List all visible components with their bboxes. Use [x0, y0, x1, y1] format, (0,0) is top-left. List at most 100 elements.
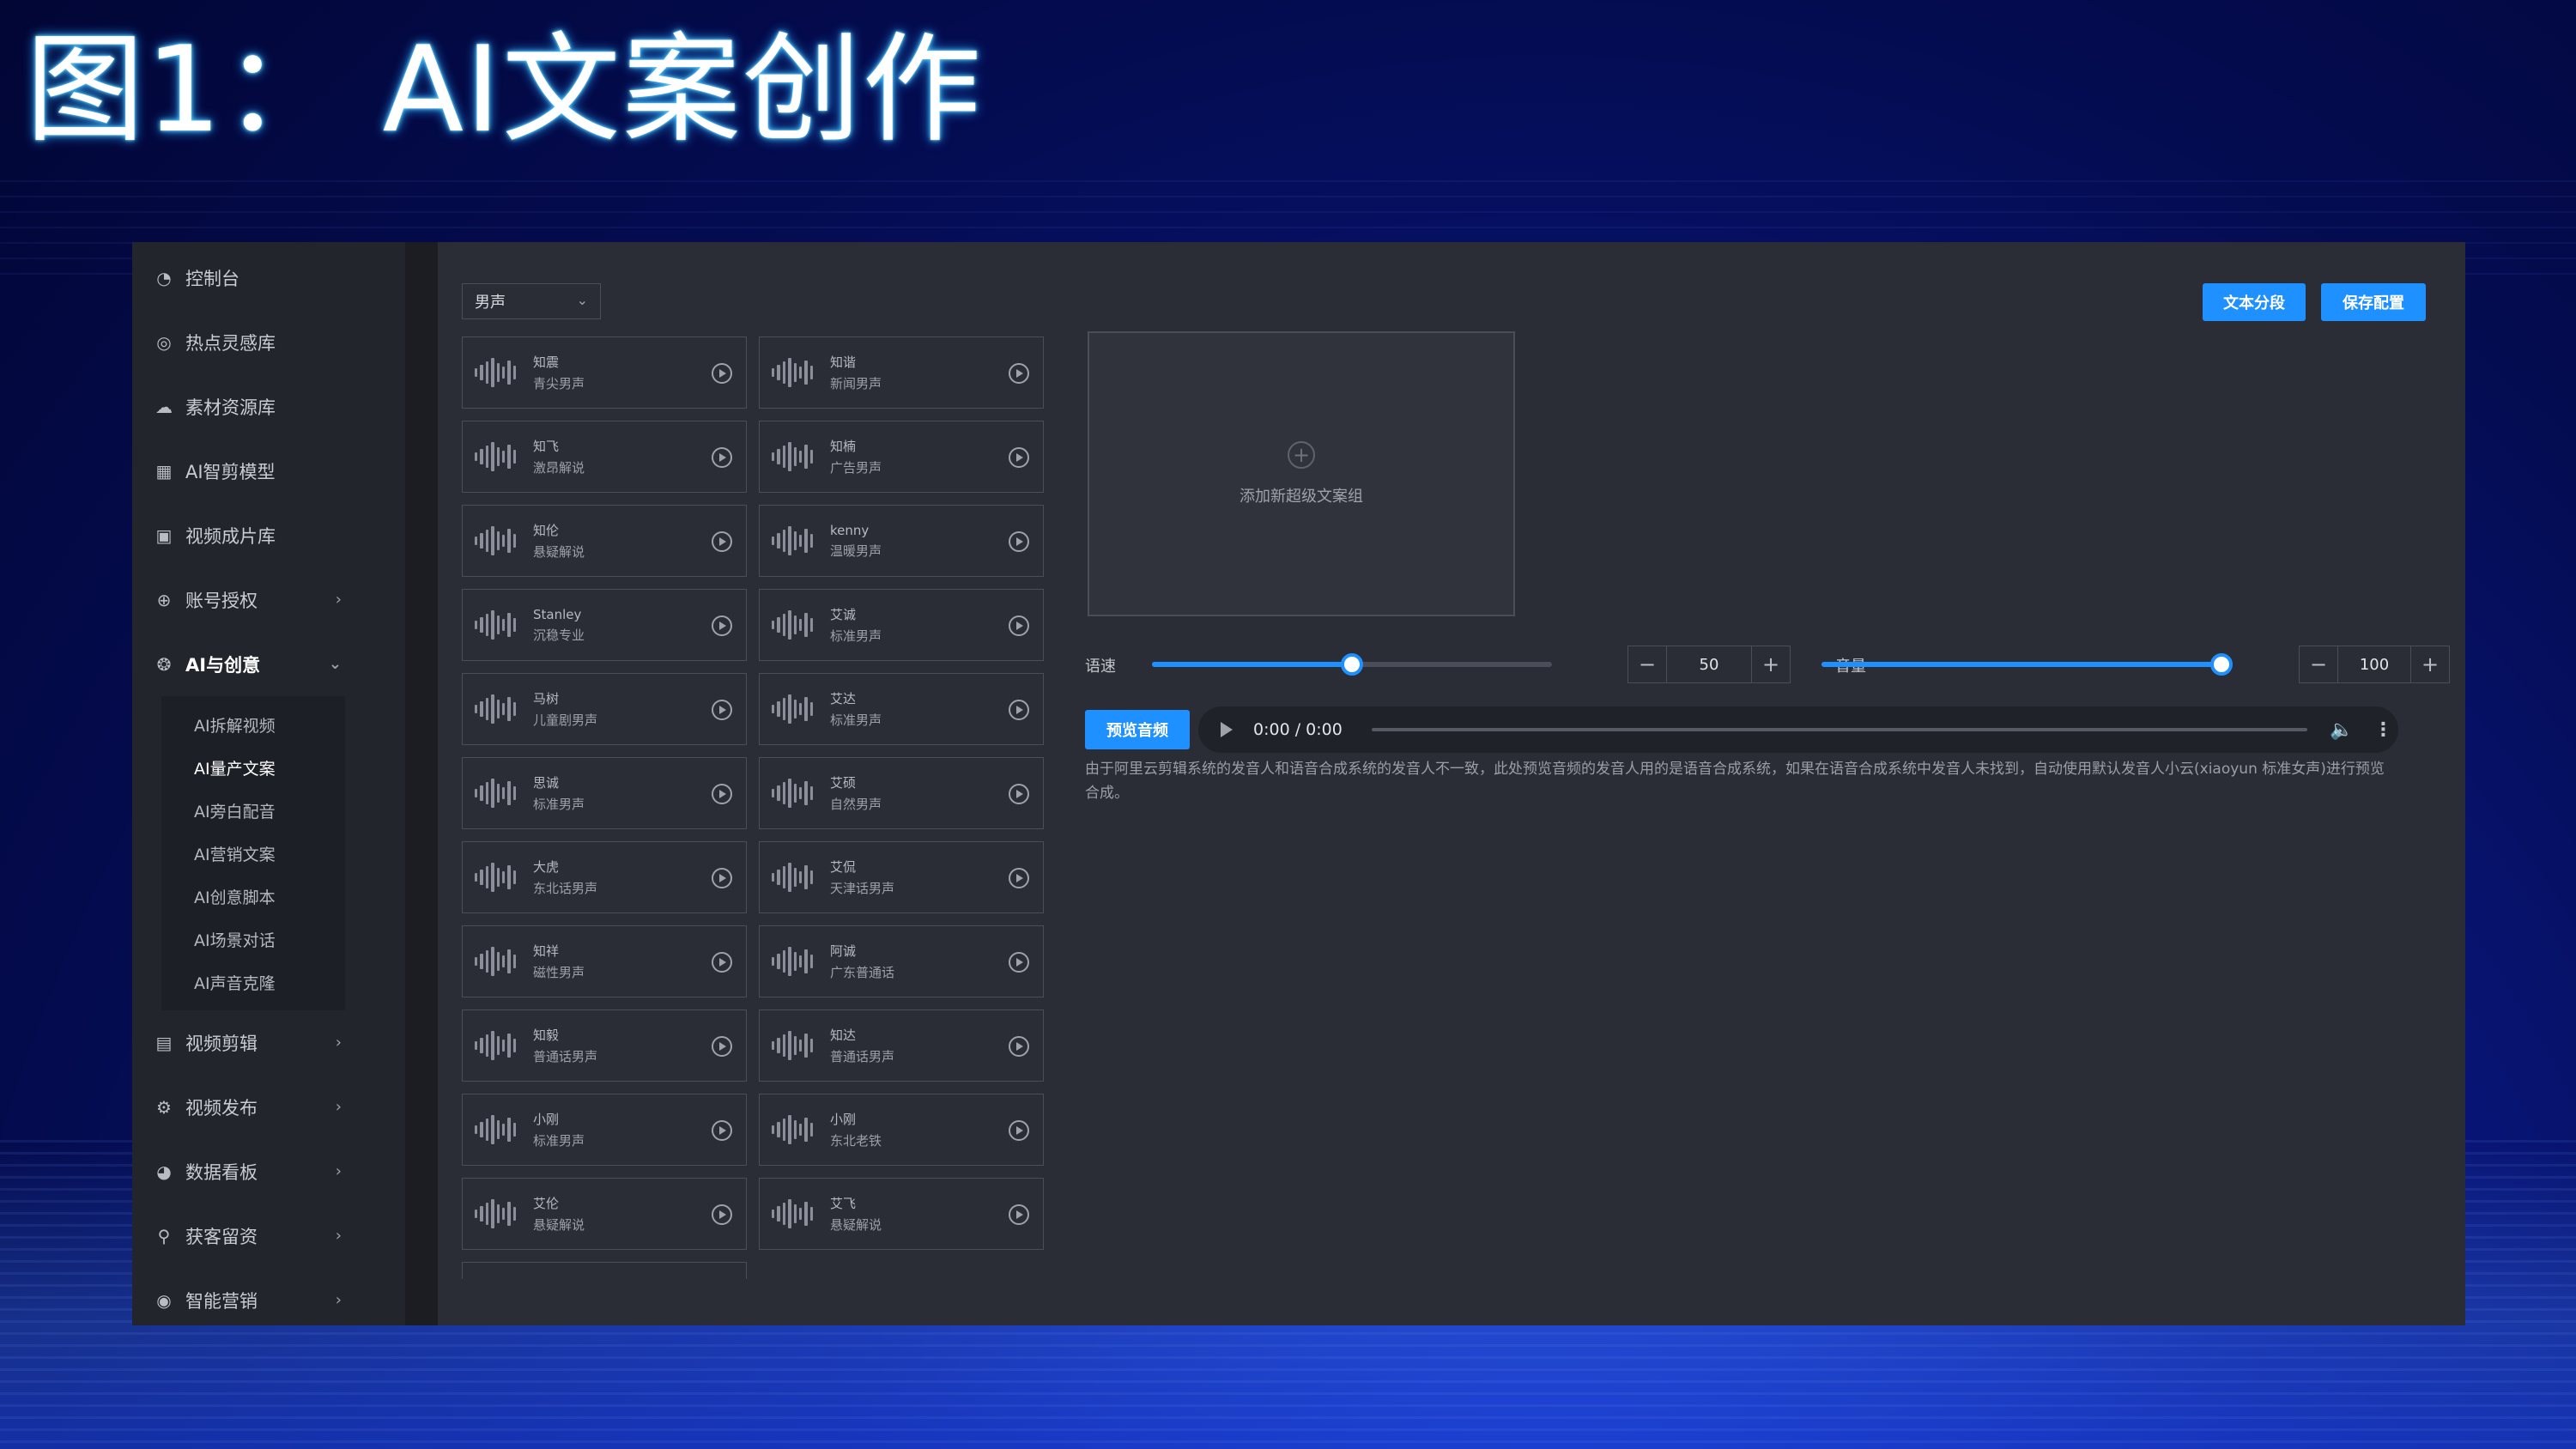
sidebar-subitem[interactable]: AI声音克隆	[161, 961, 345, 1003]
voice-name: 艾诚	[830, 607, 857, 622]
add-copy-group-button[interactable]: + 添加新超级文案组	[1088, 331, 1515, 616]
waveform-icon	[772, 441, 813, 472]
sidebar-item-material-library[interactable]: ☁ 素材资源库	[132, 374, 405, 439]
play-circle-icon[interactable]	[712, 447, 732, 468]
voice-card[interactable]: 艾伦 悬疑解说	[462, 1178, 747, 1250]
play-circle-icon[interactable]	[1009, 615, 1029, 636]
sidebar-item-hot-inspiration[interactable]: ◎ 热点灵感库	[132, 310, 405, 374]
waveform-icon	[475, 1114, 516, 1145]
volume-stepper: − 100 +	[2299, 646, 2450, 683]
sidebar-subitem[interactable]: AI营销文案	[161, 832, 345, 875]
voice-card[interactable]: 知飞 激昂解说	[462, 421, 747, 493]
voice-card[interactable]: 知谐 新闻男声	[759, 336, 1044, 409]
sidebar-subitem[interactable]: AI旁白配音	[161, 789, 345, 832]
sidebar-item-ai-creative[interactable]: ❂ AI与创意 ⌄	[132, 632, 405, 696]
voice-card[interactable]: kenny 温暖男声	[759, 505, 1044, 577]
voice-card[interactable]: 艾侃 天津话男声	[759, 841, 1044, 913]
volume-slider-thumb[interactable]	[2210, 653, 2233, 676]
voice-card[interactable]: 知毅 普通话男声	[462, 1009, 747, 1082]
play-circle-icon[interactable]	[712, 952, 732, 973]
voice-card[interactable]: 小刚 东北老铁	[759, 1094, 1044, 1166]
voice-card[interactable]: 知楠 广告男声	[759, 421, 1044, 493]
voice-text: Stanley 沉稳专业	[533, 607, 585, 644]
voice-card[interactable]: 小刚 标准男声	[462, 1094, 747, 1166]
waveform-icon	[772, 609, 813, 640]
volume-slider[interactable]	[1821, 653, 2233, 676]
voice-card[interactable]	[462, 1262, 747, 1279]
voice-name: 马树	[533, 691, 560, 706]
play-circle-icon[interactable]	[1009, 1120, 1029, 1141]
sidebar-item-video-library[interactable]: ▣ 视频成片库	[132, 503, 405, 567]
audio-progress-bar[interactable]	[1372, 728, 2307, 731]
more-options-icon[interactable]: ⋮	[2373, 719, 2392, 741]
play-circle-icon[interactable]	[1009, 363, 1029, 384]
play-circle-icon[interactable]	[1009, 1036, 1029, 1057]
voice-card[interactable]: 知震 青尖男声	[462, 336, 747, 409]
gender-select[interactable]: 男声 ⌄	[462, 283, 601, 319]
voice-text: 思诚 标准男声	[533, 773, 585, 813]
speed-value-input[interactable]: 50	[1666, 646, 1752, 682]
cloud-icon: ☁	[155, 396, 173, 417]
speed-slider-thumb[interactable]	[1341, 653, 1363, 676]
sidebar-item-video-publish[interactable]: ⚙ 视频发布 ›	[132, 1075, 405, 1139]
sidebar-item-dashboard[interactable]: ◔ 控制台	[132, 246, 405, 310]
play-circle-icon[interactable]	[712, 784, 732, 804]
sidebar-item-video-edit[interactable]: ▤ 视频剪辑 ›	[132, 1010, 405, 1075]
save-config-button[interactable]: 保存配置	[2321, 283, 2426, 321]
voice-card[interactable]: 知祥 磁性男声	[462, 925, 747, 997]
play-circle-icon[interactable]	[712, 363, 732, 384]
voice-grid: 知震 青尖男声 知谐 新闻男声 知飞 激昂解说 知楠 广告男声 知伦 悬疑解说 kenny 温暖男声 S…	[462, 336, 1046, 1279]
sidebar-item-lead-capture[interactable]: ⚲ 获客留资 ›	[132, 1203, 405, 1268]
play-circle-icon[interactable]	[712, 615, 732, 636]
play-circle-icon[interactable]	[712, 868, 732, 888]
sidebar-item-account-auth[interactable]: ⊕ 账号授权 ›	[132, 567, 405, 632]
voice-description: 悬疑解说	[533, 544, 585, 560]
play-circle-icon[interactable]	[1009, 868, 1029, 888]
play-icon[interactable]	[1221, 722, 1233, 737]
sidebar-subitem-active[interactable]: AI量产文案	[161, 746, 345, 789]
play-circle-icon[interactable]	[712, 1036, 732, 1057]
sidebar-submenu-ai-creative: AI拆解视频 AI量产文案 AI旁白配音 AI营销文案 AI创意脚本 AI场景对…	[161, 696, 345, 1010]
volume-decrement-button[interactable]: −	[2300, 646, 2337, 682]
speed-increment-button[interactable]: +	[1752, 646, 1790, 682]
text-segment-button[interactable]: 文本分段	[2203, 283, 2306, 321]
play-circle-icon[interactable]	[712, 1120, 732, 1141]
waveform-icon	[772, 1198, 813, 1229]
voice-card[interactable]: 艾飞 悬疑解说	[759, 1178, 1044, 1250]
voice-card[interactable]: 大虎 东北话男声	[462, 841, 747, 913]
volume-increment-button[interactable]: +	[2411, 646, 2449, 682]
play-circle-icon[interactable]	[1009, 700, 1029, 720]
preview-audio-button[interactable]: 预览音频	[1085, 710, 1190, 749]
sidebar-subitem[interactable]: AI创意脚本	[161, 875, 345, 918]
volume-value-input[interactable]: 100	[2337, 646, 2411, 682]
volume-icon[interactable]: 🔈	[2330, 719, 2353, 741]
sidebar-item-ai-edit-model[interactable]: ▦ AI智剪模型	[132, 439, 405, 503]
voice-card[interactable]: 思诚 标准男声	[462, 757, 747, 829]
speed-slider[interactable]	[1152, 653, 1552, 676]
sidebar-subitem[interactable]: AI场景对话	[161, 918, 345, 961]
voice-text: 知达 普通话男声	[830, 1026, 894, 1065]
play-circle-icon[interactable]	[1009, 1204, 1029, 1225]
play-circle-icon[interactable]	[1009, 952, 1029, 973]
voice-card[interactable]: 艾达 标准男声	[759, 673, 1044, 745]
sidebar-item-label: 控制台	[185, 268, 239, 289]
play-circle-icon[interactable]	[712, 1204, 732, 1225]
play-circle-icon[interactable]	[1009, 531, 1029, 552]
play-circle-icon[interactable]	[712, 700, 732, 720]
voice-card[interactable]: 知达 普通话男声	[759, 1009, 1044, 1082]
voice-card[interactable]: 马树 儿童剧男声	[462, 673, 747, 745]
voice-card[interactable]: 艾硕 自然男声	[759, 757, 1044, 829]
voice-card[interactable]: 阿诚 广东普通话	[759, 925, 1044, 997]
play-circle-icon[interactable]	[1009, 447, 1029, 468]
voice-card[interactable]: Stanley 沉稳专业	[462, 589, 747, 661]
play-circle-icon[interactable]	[1009, 784, 1029, 804]
sidebar-item-data-board[interactable]: ◕ 数据看板 ›	[132, 1139, 405, 1203]
sidebar-subitem[interactable]: AI拆解视频	[161, 703, 345, 746]
sidebar-item-smart-marketing[interactable]: ◉ 智能营销 ›	[132, 1268, 405, 1325]
voice-card[interactable]: 艾诚 标准男声	[759, 589, 1044, 661]
play-circle-icon[interactable]	[712, 531, 732, 552]
voice-card[interactable]: 知伦 悬疑解说	[462, 505, 747, 577]
voice-name: 艾飞	[830, 1196, 857, 1211]
speed-decrement-button[interactable]: −	[1628, 646, 1666, 682]
sidebar-item-label: AI智剪模型	[185, 461, 276, 482]
